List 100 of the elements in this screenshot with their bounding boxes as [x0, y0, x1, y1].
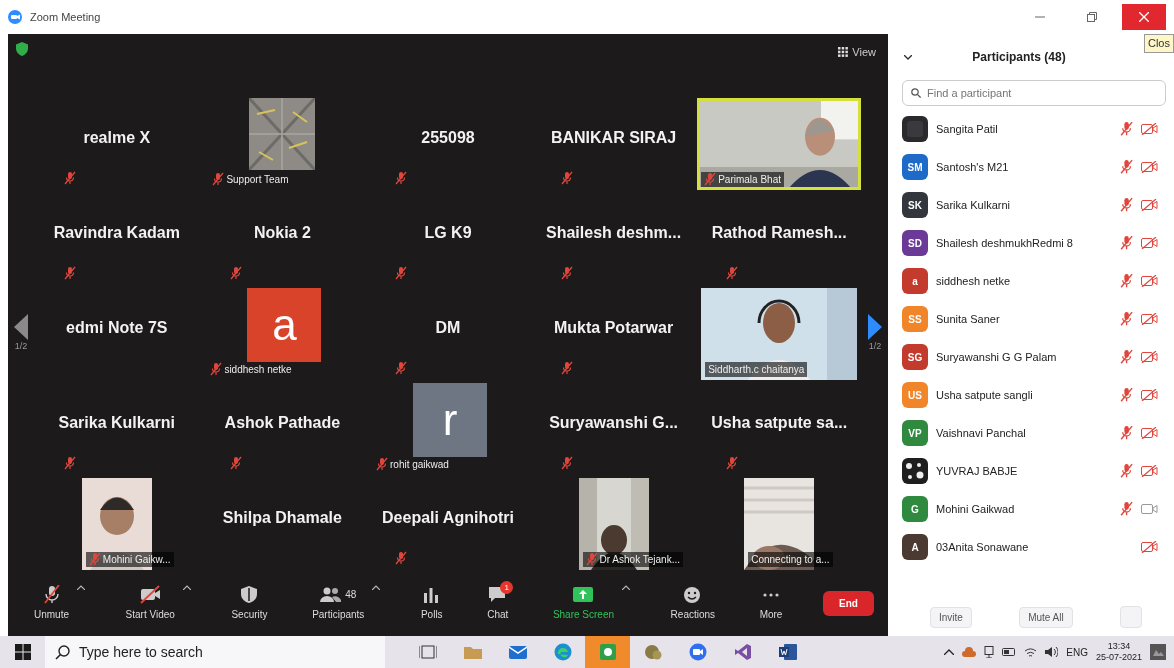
- clock-time[interactable]: 13:34: [1095, 641, 1142, 652]
- page-indicator: 1/2: [14, 339, 28, 353]
- security-button[interactable]: Security: [227, 585, 272, 622]
- participant-name: Rathod Ramesh...: [711, 222, 847, 243]
- volume-icon[interactable]: [1045, 646, 1059, 658]
- caret-icon[interactable]: [77, 585, 85, 590]
- participant-name: BANIKAR SIRAJ: [550, 127, 677, 148]
- search-field[interactable]: Find a participant: [902, 80, 1166, 106]
- chevron-down-icon[interactable]: [904, 54, 912, 60]
- camera-off-icon: [139, 585, 161, 604]
- panel-title: Participants (48): [971, 49, 1067, 66]
- participant-name: Nokia 2: [253, 222, 311, 243]
- shield-icon: [239, 585, 260, 604]
- participant-name: Usha satpute sangli: [936, 387, 1034, 403]
- end-button[interactable]: End: [823, 591, 874, 616]
- avatar: SG: [902, 344, 928, 370]
- app-icon: [598, 643, 617, 661]
- search-icon: [911, 88, 921, 98]
- invite-button[interactable]: Invite: [930, 606, 972, 628]
- participant-name: DM: [435, 317, 461, 338]
- shield-icon: [16, 42, 28, 56]
- chevron-up-icon[interactable]: [944, 649, 955, 655]
- avatar: a: [247, 287, 322, 362]
- restore-icon: [1087, 12, 1097, 22]
- participant-name: Ashok Pathade: [224, 412, 341, 433]
- participant-name: Shilpa Dhamale: [222, 507, 342, 528]
- participant-name: Shailesh deshm...: [546, 222, 682, 243]
- participant-name: Sangita Patil: [936, 121, 999, 137]
- battery-icon[interactable]: [1002, 648, 1017, 656]
- caret-icon[interactable]: [372, 585, 381, 590]
- participant-name: Shailesh deshmukhRedmi 8: [936, 235, 1074, 251]
- window-title: Zoom Meeting: [30, 9, 101, 25]
- people-icon: [320, 585, 342, 604]
- unmute-button[interactable]: Unmute: [30, 585, 73, 622]
- page-indicator: 1/2: [868, 339, 882, 353]
- mail-icon: [508, 643, 527, 661]
- language-indicator[interactable]: ENG: [1066, 644, 1088, 660]
- participant-name: 255098: [421, 127, 475, 148]
- caret-icon[interactable]: [182, 585, 191, 590]
- previous-page-arrow[interactable]: [14, 313, 28, 340]
- ribbon-icon: [733, 643, 752, 661]
- participant-name: Sunita Saner: [936, 311, 1001, 327]
- participant-name: Deepali Agnihotri: [382, 507, 514, 528]
- participant-name: edmi Note 7S: [66, 317, 168, 338]
- mic-muted-icon: [41, 585, 62, 604]
- wifi-icon[interactable]: [1024, 646, 1038, 658]
- participant-name: Santosh's M21: [936, 159, 1010, 175]
- share-screen-icon: [572, 585, 594, 604]
- windows-icon: [14, 644, 31, 660]
- grid-icon: [838, 47, 849, 58]
- avatar: A: [902, 534, 928, 560]
- avatar: SS: [902, 306, 928, 332]
- browser-icon: [553, 643, 572, 661]
- participant-name: YUVRAJ BABJE: [936, 463, 1019, 479]
- share-screen-button[interactable]: Share Screen: [548, 585, 619, 622]
- participant-name: Suryawanshi G...: [549, 412, 679, 433]
- avatar: US: [902, 382, 928, 408]
- participant-name: Vaishnavi Panchal: [936, 425, 1027, 441]
- participant-name: Support Team: [226, 172, 289, 187]
- participant-name: Siddharth.c chaitanya: [708, 362, 805, 377]
- avatar: r: [413, 382, 487, 457]
- zoom-logo-icon: [8, 10, 22, 24]
- avatar: VP: [902, 420, 928, 446]
- tooltip: Clos: [1144, 34, 1174, 53]
- participant-name: siddhesh netke: [224, 362, 292, 377]
- notification-icon[interactable]: [1150, 644, 1166, 660]
- reactions-button[interactable]: Reactions: [666, 585, 720, 622]
- start-video-button[interactable]: Start Video: [121, 585, 179, 622]
- next-page-arrow[interactable]: [868, 313, 882, 340]
- avatar: G: [902, 496, 928, 522]
- search-icon: [55, 645, 70, 660]
- more-button[interactable]: More: [755, 585, 787, 622]
- participant-name: Sarika Kulkarni: [58, 412, 176, 433]
- participant-name: Connecting to a...: [751, 552, 830, 567]
- participant-name: Suryawanshi G G Palam: [936, 349, 1058, 365]
- view-button[interactable]: View: [834, 42, 880, 63]
- video-camera-icon: [688, 643, 707, 661]
- participants-button[interactable]: 48 Participants: [308, 585, 369, 622]
- participant-name: 03Anita Sonawane: [936, 539, 1030, 555]
- chat-bubble-icon: [643, 643, 662, 661]
- participant-name: Mukta Potarwar: [554, 317, 674, 338]
- participant-name: Dr Ashok Tejank...: [599, 552, 680, 567]
- participant-name: Mohini Gaikwad: [936, 501, 1016, 517]
- participant-name: rohit gaikwad: [390, 457, 449, 472]
- cloud-icon[interactable]: [962, 647, 977, 657]
- participant-name: Sarika Kulkarni: [936, 197, 1011, 213]
- device-icon[interactable]: [984, 646, 995, 658]
- avatar: a: [902, 268, 928, 294]
- participant-name: siddhesh netke: [936, 273, 1011, 289]
- taskbar-search-field[interactable]: Type here to search: [45, 636, 385, 668]
- participant-name: Parimala Bhat: [718, 172, 781, 187]
- task-view-icon: [418, 643, 437, 661]
- participant-name: realme X: [83, 127, 151, 148]
- mute-all-button[interactable]: Mute All: [1019, 606, 1073, 628]
- polls-button[interactable]: Polls: [416, 585, 447, 622]
- avatar: SK: [902, 192, 928, 218]
- caret-icon[interactable]: [622, 585, 631, 590]
- clock-date[interactable]: 25-07-2021: [1095, 652, 1142, 663]
- avatar: SM: [902, 154, 928, 180]
- document-icon: [778, 643, 797, 661]
